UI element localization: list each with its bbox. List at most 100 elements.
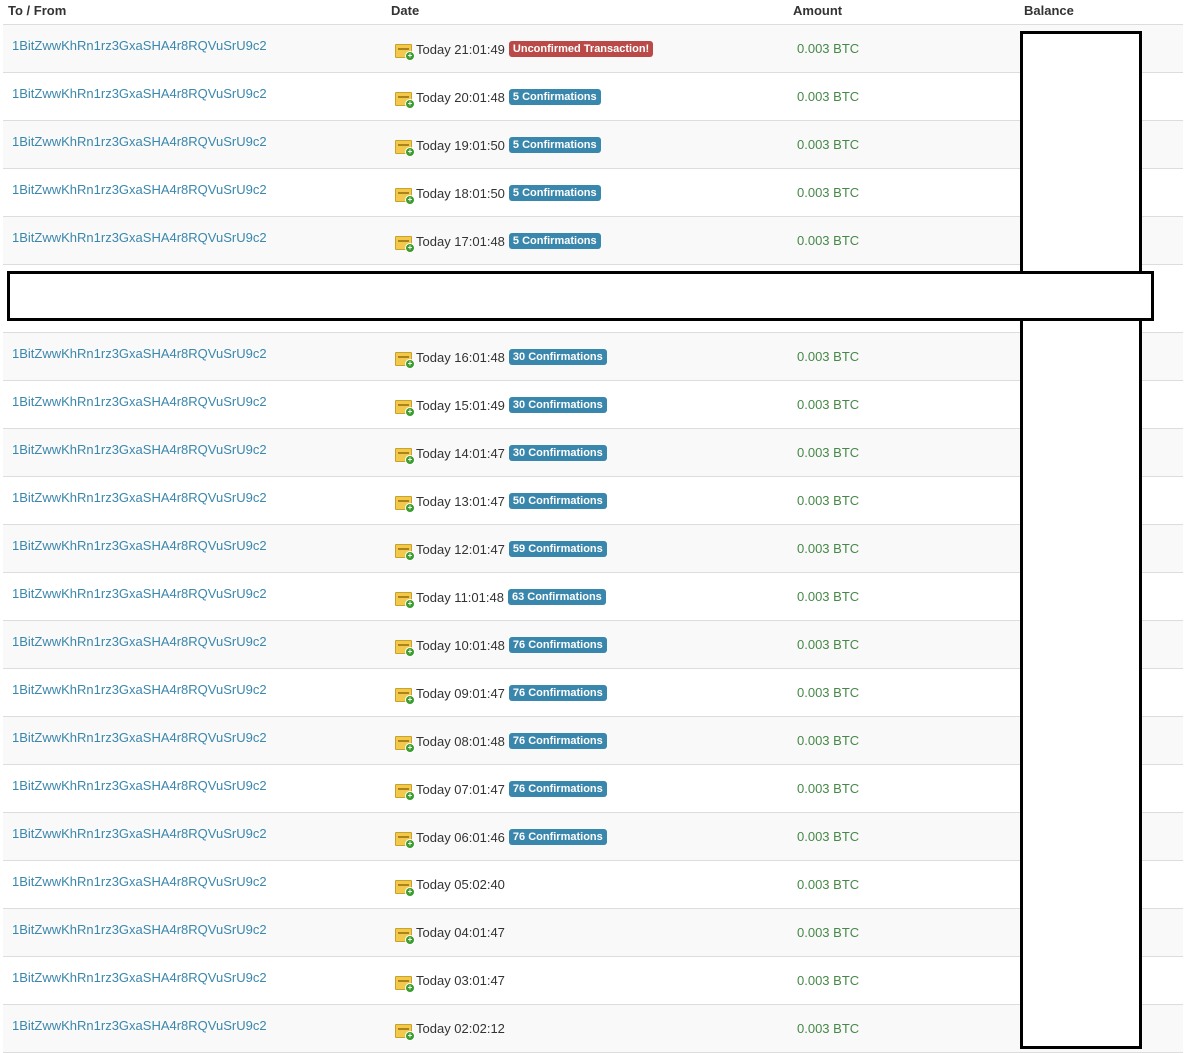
date-text: Today 21:01:49	[416, 41, 505, 57]
address-link[interactable]: 1BitZwwKhRn1rz3GxaSHA4r8RQVuSrU9c2	[12, 490, 267, 505]
table-header: To / From Date Amount Balance	[3, 0, 1183, 25]
date-text: Today 19:01:50	[416, 137, 505, 153]
received-transaction-icon: +	[395, 832, 415, 849]
address-link[interactable]: 1BitZwwKhRn1rz3GxaSHA4r8RQVuSrU9c2	[12, 134, 267, 149]
address-link[interactable]: 1BitZwwKhRn1rz3GxaSHA4r8RQVuSrU9c2	[12, 634, 267, 649]
received-transaction-icon: +	[395, 140, 415, 157]
address-link[interactable]: 1BitZwwKhRn1rz3GxaSHA4r8RQVuSrU9c2	[12, 970, 267, 985]
date-cell: + Today 10:01:48 76 Confirmations	[395, 637, 607, 657]
date-cell: + Today 05:02:40	[395, 877, 505, 897]
date-cell: + Today 06:01:46 76 Confirmations	[395, 829, 607, 849]
amount-value: 0.003 BTC	[797, 973, 860, 988]
amount-value: 0.003 BTC	[797, 397, 860, 412]
address-link[interactable]: 1BitZwwKhRn1rz3GxaSHA4r8RQVuSrU9c2	[12, 38, 267, 53]
date-text: Today 18:01:50	[416, 185, 505, 201]
table-row: 1BitZwwKhRn1rz3GxaSHA4r8RQVuSrU9c2 + Today…	[3, 909, 1183, 957]
received-transaction-icon: +	[395, 496, 415, 513]
date-text: Today 11:01:48	[416, 589, 504, 605]
address-link[interactable]: 1BitZwwKhRn1rz3GxaSHA4r8RQVuSrU9c2	[12, 394, 267, 409]
table-row: 1BitZwwKhRn1rz3GxaSHA4r8RQVuSrU9c2 + Today…	[3, 169, 1183, 217]
address-link[interactable]: 1BitZwwKhRn1rz3GxaSHA4r8RQVuSrU9c2	[12, 182, 267, 197]
received-transaction-icon: +	[395, 544, 415, 561]
date-cell: + Today 11:01:48 63 Confirmations	[395, 589, 606, 609]
table-row: 1BitZwwKhRn1rz3GxaSHA4r8RQVuSrU9c2 + Today…	[3, 25, 1183, 73]
date-text: Today 12:01:47	[416, 541, 505, 557]
amount-value: 0.003 BTC	[797, 877, 860, 892]
balance-redaction-box	[1020, 31, 1142, 1049]
address-link[interactable]: 1BitZwwKhRn1rz3GxaSHA4r8RQVuSrU9c2	[12, 86, 267, 101]
confirmation-badge: 76 Confirmations	[508, 781, 607, 797]
address-link[interactable]: 1BitZwwKhRn1rz3GxaSHA4r8RQVuSrU9c2	[12, 442, 267, 457]
confirmation-badge: 63 Confirmations	[507, 589, 606, 605]
date-cell: + Today 16:01:48 30 Confirmations	[395, 349, 607, 369]
date-cell: + Today 08:01:48 76 Confirmations	[395, 733, 607, 753]
header-amount: Amount	[793, 3, 843, 18]
address-link[interactable]: 1BitZwwKhRn1rz3GxaSHA4r8RQVuSrU9c2	[12, 778, 267, 793]
amount-value: 0.003 BTC	[797, 445, 860, 460]
table-row: 1BitZwwKhRn1rz3GxaSHA4r8RQVuSrU9c2 + Today…	[3, 525, 1183, 573]
confirmation-badge: 5 Confirmations	[508, 137, 601, 153]
address-link[interactable]: 1BitZwwKhRn1rz3GxaSHA4r8RQVuSrU9c2	[12, 586, 267, 601]
table-row: 1BitZwwKhRn1rz3GxaSHA4r8RQVuSrU9c2 + Today…	[3, 477, 1183, 525]
date-cell: + Today 21:01:49 Unconfirmed Transaction!	[395, 41, 654, 61]
header-balance: Balance	[1024, 3, 1074, 18]
received-transaction-icon: +	[395, 975, 415, 993]
amount-value: 0.003 BTC	[797, 233, 860, 248]
confirmation-badge: Unconfirmed Transaction!	[508, 41, 654, 57]
date-text: Today 08:01:48	[416, 733, 505, 749]
table-row: 1BitZwwKhRn1rz3GxaSHA4r8RQVuSrU9c2 + Today…	[3, 621, 1183, 669]
received-transaction-icon: +	[395, 44, 415, 61]
date-text: Today 15:01:49	[416, 397, 505, 413]
amount-value: 0.003 BTC	[797, 349, 860, 364]
address-link[interactable]: 1BitZwwKhRn1rz3GxaSHA4r8RQVuSrU9c2	[12, 346, 267, 361]
address-link[interactable]: 1BitZwwKhRn1rz3GxaSHA4r8RQVuSrU9c2	[12, 682, 267, 697]
table-row: 1BitZwwKhRn1rz3GxaSHA4r8RQVuSrU9c2 + Today…	[3, 1005, 1183, 1053]
date-text: Today 14:01:47	[416, 445, 505, 461]
address-link[interactable]: 1BitZwwKhRn1rz3GxaSHA4r8RQVuSrU9c2	[12, 730, 267, 745]
row-redaction-box	[7, 271, 1154, 321]
table-row: 1BitZwwKhRn1rz3GxaSHA4r8RQVuSrU9c2 + Today…	[3, 717, 1183, 765]
received-transaction-icon: +	[395, 352, 415, 369]
received-transaction-icon: +	[395, 640, 415, 657]
received-transaction-icon: +	[395, 736, 415, 753]
header-to-from: To / From	[8, 3, 67, 18]
date-cell: + Today 18:01:50 5 Confirmations	[395, 185, 601, 205]
date-text: Today 17:01:48	[416, 233, 505, 249]
date-cell: + Today 07:01:47 76 Confirmations	[395, 781, 607, 801]
amount-value: 0.003 BTC	[797, 781, 860, 796]
address-link[interactable]: 1BitZwwKhRn1rz3GxaSHA4r8RQVuSrU9c2	[12, 1018, 267, 1033]
amount-value: 0.003 BTC	[797, 541, 860, 556]
date-cell: + Today 19:01:50 5 Confirmations	[395, 137, 601, 157]
table-row: 1BitZwwKhRn1rz3GxaSHA4r8RQVuSrU9c2 + Today…	[3, 573, 1183, 621]
address-link[interactable]: 1BitZwwKhRn1rz3GxaSHA4r8RQVuSrU9c2	[12, 874, 267, 889]
table-row: 1BitZwwKhRn1rz3GxaSHA4r8RQVuSrU9c2 + Today…	[3, 73, 1183, 121]
date-cell: + Today 02:02:12	[395, 1021, 505, 1041]
rows-top: 1BitZwwKhRn1rz3GxaSHA4r8RQVuSrU9c2 + Today…	[3, 25, 1183, 265]
table-row: 1BitZwwKhRn1rz3GxaSHA4r8RQVuSrU9c2 + Today…	[3, 957, 1183, 1005]
date-text: Today 10:01:48	[416, 637, 505, 653]
amount-value: 0.003 BTC	[797, 89, 860, 104]
amount-value: 0.003 BTC	[797, 685, 860, 700]
address-link[interactable]: 1BitZwwKhRn1rz3GxaSHA4r8RQVuSrU9c2	[12, 922, 267, 937]
table-row: 1BitZwwKhRn1rz3GxaSHA4r8RQVuSrU9c2 + Today…	[3, 669, 1183, 717]
confirmation-badge: 76 Confirmations	[508, 637, 607, 653]
confirmation-badge: 30 Confirmations	[508, 397, 607, 413]
address-link[interactable]: 1BitZwwKhRn1rz3GxaSHA4r8RQVuSrU9c2	[12, 538, 267, 553]
amount-value: 0.003 BTC	[797, 829, 860, 844]
date-text: Today 06:01:46	[416, 829, 505, 845]
address-link[interactable]: 1BitZwwKhRn1rz3GxaSHA4r8RQVuSrU9c2	[12, 826, 267, 841]
received-transaction-icon: +	[395, 927, 415, 945]
table-row: 1BitZwwKhRn1rz3GxaSHA4r8RQVuSrU9c2 + Today…	[3, 333, 1183, 381]
table-row: 1BitZwwKhRn1rz3GxaSHA4r8RQVuSrU9c2 + Today…	[3, 813, 1183, 861]
received-transaction-icon: +	[395, 400, 415, 417]
date-cell: + Today 04:01:47	[395, 925, 505, 945]
date-text: Today 03:01:47	[416, 973, 505, 988]
date-cell: + Today 20:01:48 5 Confirmations	[395, 89, 601, 109]
address-link[interactable]: 1BitZwwKhRn1rz3GxaSHA4r8RQVuSrU9c2	[12, 230, 267, 245]
date-text: Today 09:01:47	[416, 685, 505, 701]
table-row: 1BitZwwKhRn1rz3GxaSHA4r8RQVuSrU9c2 + Today…	[3, 765, 1183, 813]
date-cell: + Today 03:01:47	[395, 973, 505, 993]
confirmation-badge: 30 Confirmations	[508, 349, 607, 365]
table-row: 1BitZwwKhRn1rz3GxaSHA4r8RQVuSrU9c2 + Today…	[3, 217, 1183, 265]
confirmation-badge: 76 Confirmations	[508, 685, 607, 701]
